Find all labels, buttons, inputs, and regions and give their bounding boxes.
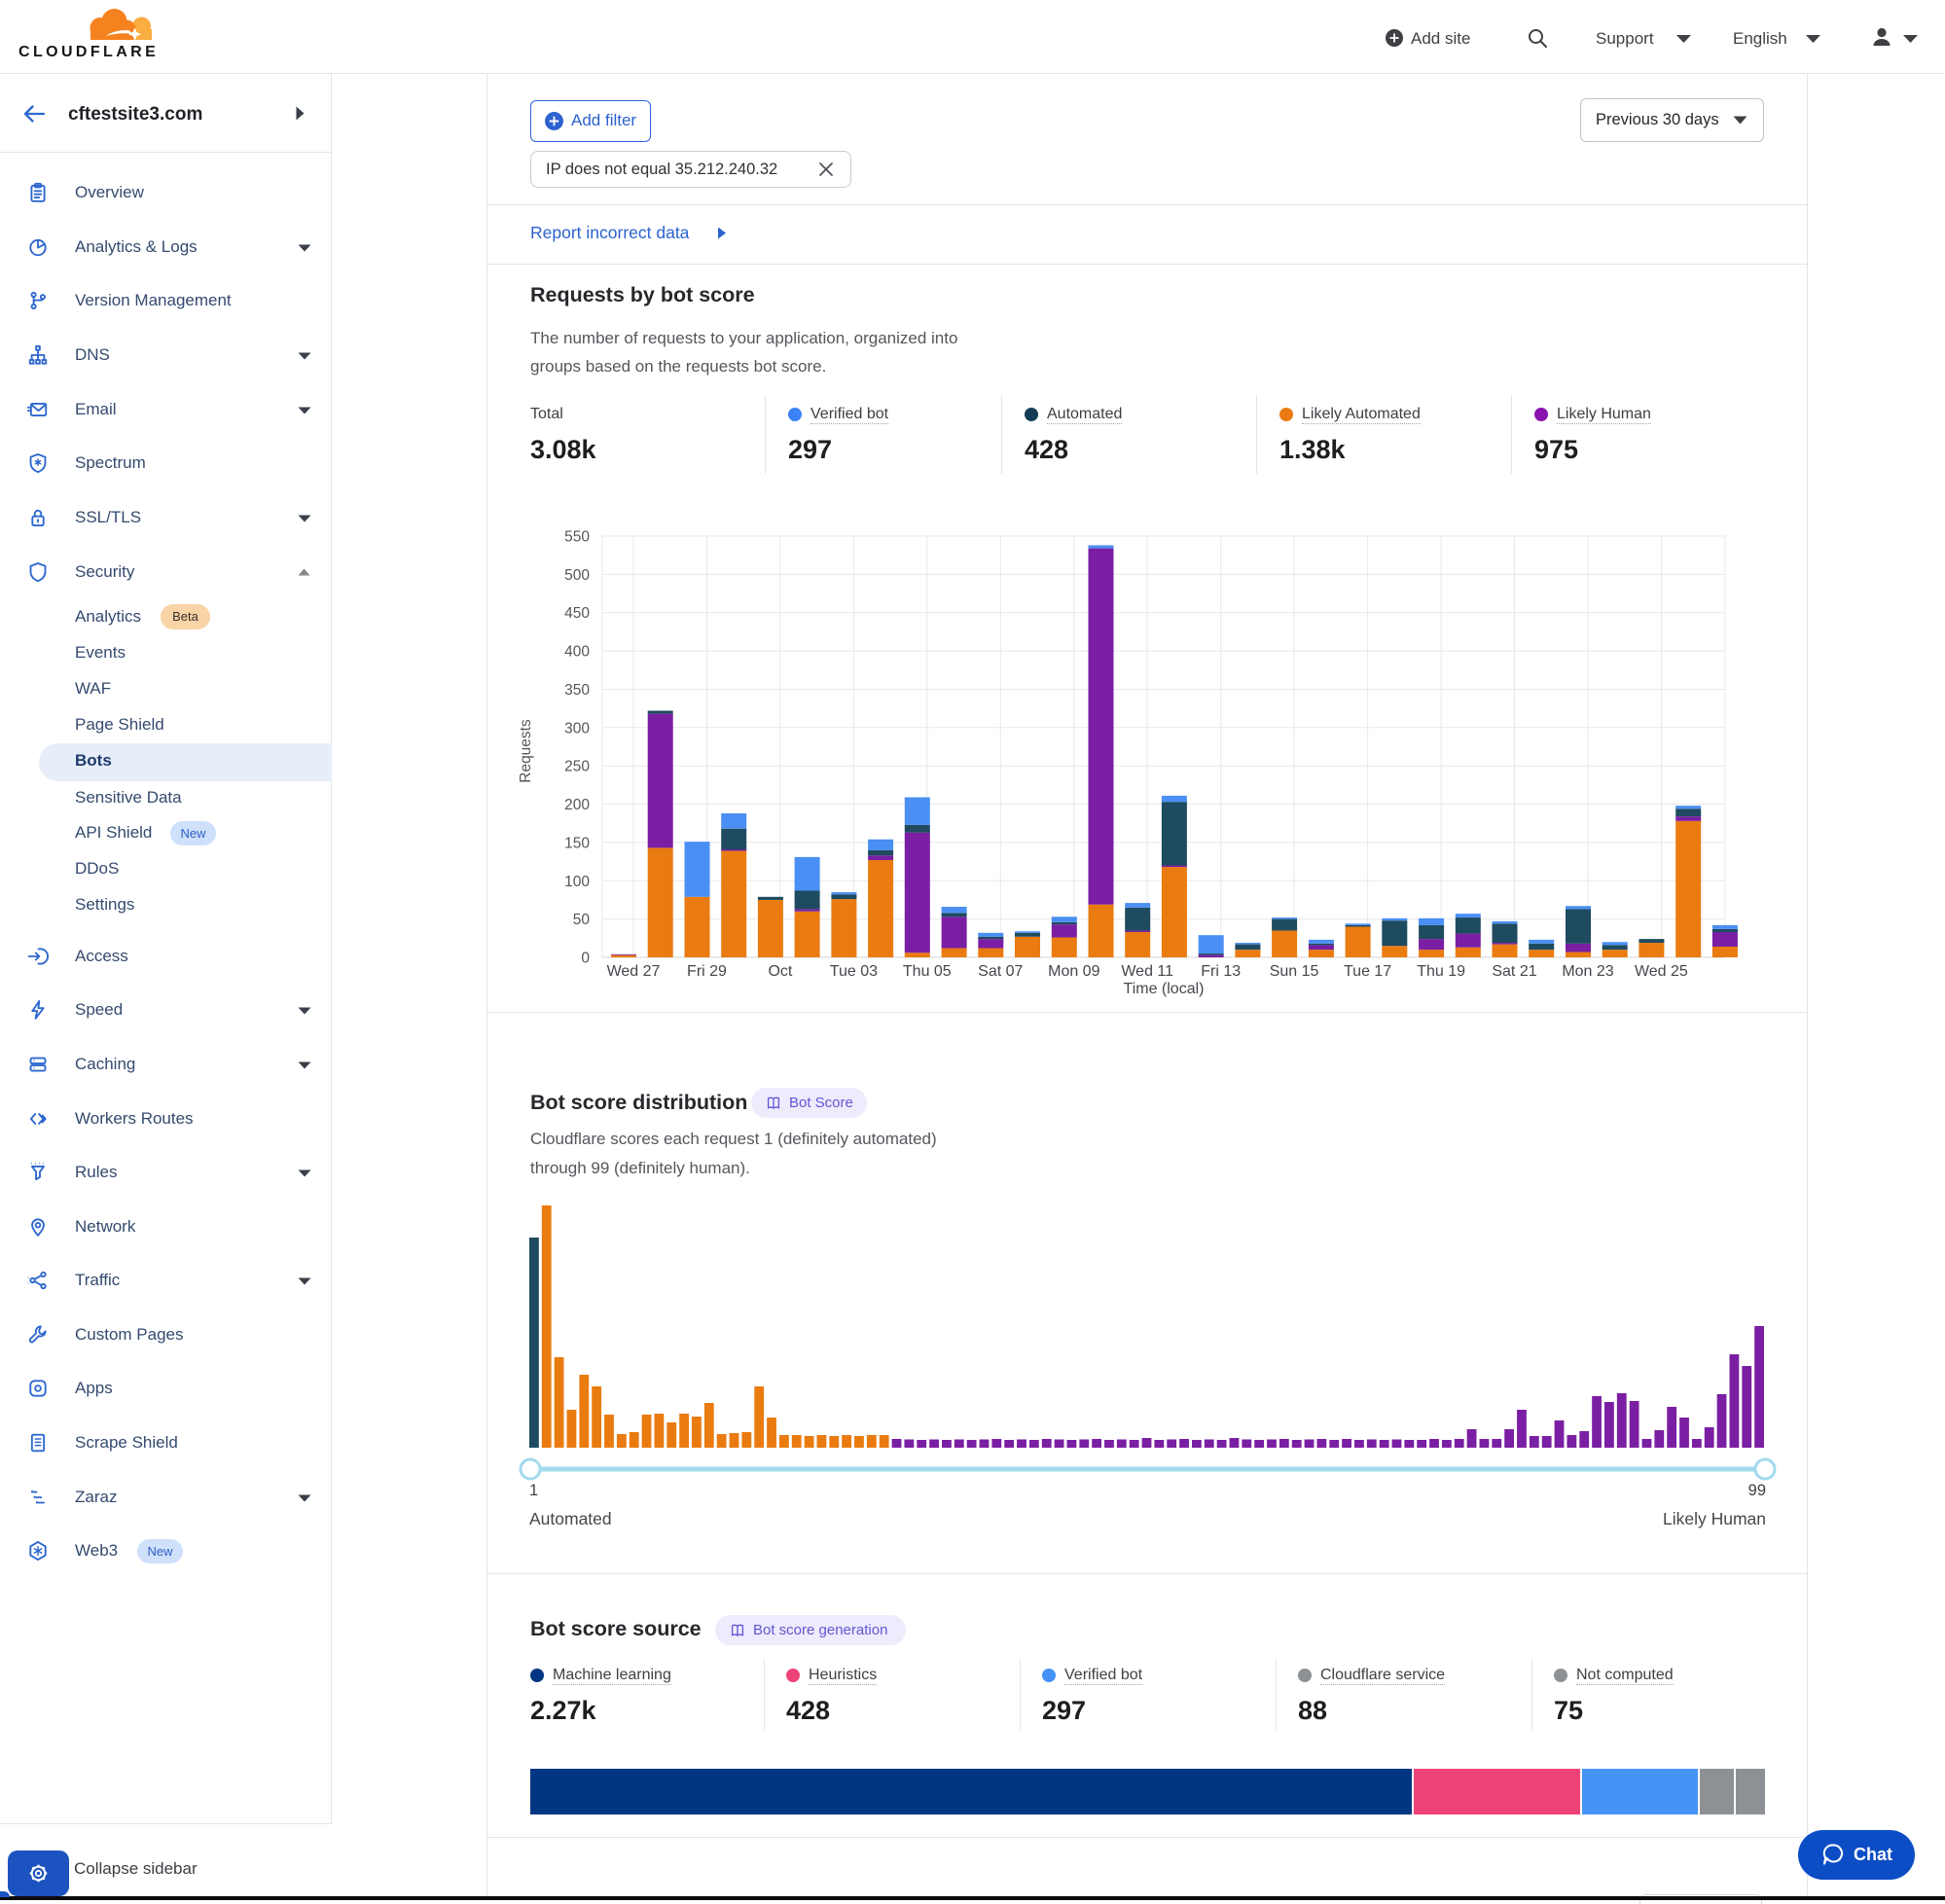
svg-text:500: 500 <box>564 567 590 584</box>
svg-text:0: 0 <box>581 951 590 967</box>
svg-text:550: 550 <box>564 529 590 546</box>
svg-text:400: 400 <box>564 644 590 661</box>
svg-text:100: 100 <box>564 874 590 890</box>
svg-text:Wed 27: Wed 27 <box>607 963 661 980</box>
svg-text:250: 250 <box>564 759 590 775</box>
svg-text:Mon 09: Mon 09 <box>1048 963 1099 980</box>
svg-text:99: 99 <box>1748 1482 1766 1499</box>
svg-text:300: 300 <box>564 720 590 736</box>
svg-text:Thu 05: Thu 05 <box>903 963 952 980</box>
svg-text:200: 200 <box>564 797 590 813</box>
svg-text:Requests: Requests <box>518 719 534 783</box>
svg-text:Oct: Oct <box>768 963 792 980</box>
svg-text:Likely Human: Likely Human <box>1663 1509 1766 1528</box>
svg-text:150: 150 <box>564 835 590 851</box>
svg-text:50: 50 <box>573 912 591 928</box>
svg-text:Sat 07: Sat 07 <box>978 963 1023 980</box>
svg-text:Tue 17: Tue 17 <box>1344 963 1391 980</box>
svg-text:1: 1 <box>529 1482 538 1499</box>
svg-text:350: 350 <box>564 682 590 699</box>
svg-text:Time (local): Time (local) <box>1124 981 1205 997</box>
svg-text:Sat 21: Sat 21 <box>1492 963 1536 980</box>
svg-text:Fri 13: Fri 13 <box>1201 963 1241 980</box>
svg-text:Wed 11: Wed 11 <box>1121 963 1173 980</box>
svg-text:Sun 15: Sun 15 <box>1270 963 1319 980</box>
svg-text:Automated: Automated <box>529 1509 612 1528</box>
svg-text:Mon 23: Mon 23 <box>1562 963 1613 980</box>
svg-text:450: 450 <box>564 605 590 622</box>
svg-text:Tue 03: Tue 03 <box>830 963 878 980</box>
svg-text:Wed 25: Wed 25 <box>1635 963 1688 980</box>
svg-text:Thu 19: Thu 19 <box>1417 963 1465 980</box>
svg-text:Fri 29: Fri 29 <box>687 963 727 980</box>
